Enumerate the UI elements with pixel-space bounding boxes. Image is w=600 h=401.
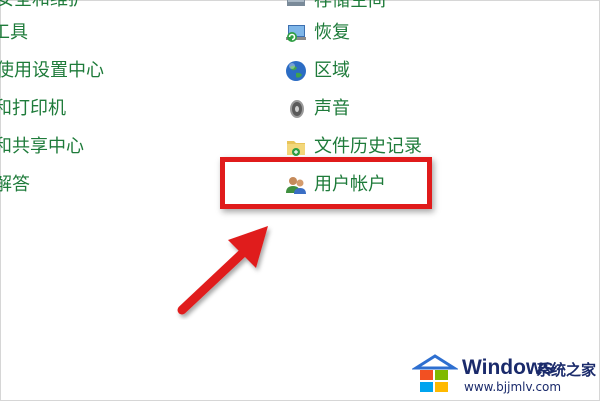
right-item-sound[interactable]: 声音: [284, 96, 350, 122]
left-link-0[interactable]: 安全和维护: [0, 0, 86, 13]
right-item-label: 恢复: [314, 22, 350, 43]
left-link-ease-of-access[interactable]: 使用设置中心: [0, 58, 104, 84]
right-item-storage[interactable]: 存储空间: [284, 0, 386, 14]
right-item-region[interactable]: 区域: [284, 58, 350, 84]
region-globe-icon: [284, 59, 308, 83]
watermark: Windows 系统之家 www.bjjmlv.com: [410, 350, 600, 398]
right-item-label: 声音: [314, 98, 350, 119]
left-link-troubleshooting[interactable]: 解答: [0, 172, 30, 198]
right-item-label: 存储空间: [314, 0, 386, 11]
left-link-devices-printers[interactable]: 和打印机: [0, 96, 66, 122]
speaker-icon: [284, 97, 308, 121]
storage-icon: [284, 0, 308, 13]
watermark-chinese: 系统之家: [536, 361, 597, 379]
right-item-recovery[interactable]: 恢复: [284, 20, 350, 46]
left-link-tools[interactable]: 工具: [0, 20, 28, 46]
pointer-arrow-icon: [177, 226, 268, 315]
right-item-label: 区域: [314, 60, 350, 81]
recovery-icon: [284, 21, 308, 45]
highlight-box: [220, 157, 432, 209]
windows-logo-icon: [412, 354, 458, 392]
left-link-network-sharing[interactable]: 和共享中心: [0, 134, 84, 160]
file-history-icon: [284, 135, 308, 159]
watermark-url: www.bjjmlv.com: [464, 380, 562, 394]
